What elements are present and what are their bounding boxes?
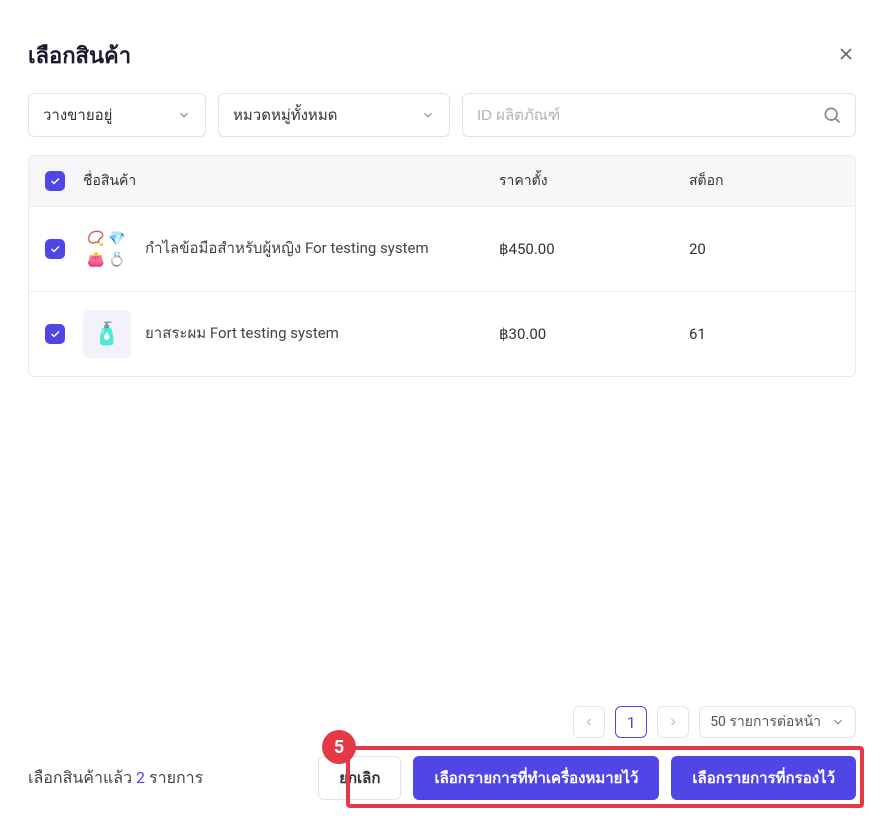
product-price: ฿450.00	[499, 240, 689, 258]
search-icon	[822, 105, 842, 125]
category-select[interactable]: หมวดหมู่ทั้งหมด	[218, 93, 450, 137]
status-select[interactable]: วางขายอยู่	[28, 93, 206, 137]
chevron-right-icon	[667, 716, 679, 728]
modal-header: เลือกสินค้า	[0, 0, 884, 93]
close-icon	[836, 44, 856, 64]
chevron-down-icon	[421, 108, 435, 122]
status-select-label: วางขายอยู่	[43, 103, 112, 127]
product-name: กำไลข้อมือสำหรับผู้หญิง For testing syst…	[145, 238, 429, 260]
product-thumbnail: 📿💎👛💍	[83, 225, 131, 273]
action-bar: เลือกสินค้าแล้ว 2 รายการ ยกเลิก เลือกราย…	[28, 756, 856, 800]
page-size-select[interactable]: 50 รายการต่อหน้า	[699, 706, 856, 738]
row-checkbox[interactable]	[45, 239, 65, 259]
prev-page-button[interactable]	[573, 706, 605, 738]
select-marked-button[interactable]: เลือกรายการที่ทำเครื่องหมายไว้	[413, 756, 659, 800]
cancel-button[interactable]: ยกเลิก	[318, 756, 401, 800]
col-header-price: ราคาตั้ง	[499, 170, 689, 192]
row-checkbox[interactable]	[45, 324, 65, 344]
select-all-checkbox[interactable]	[45, 171, 65, 191]
select-product-modal: เลือกสินค้า วางขายอยู่ หมวดหมู่ทั้งหมด ช…	[0, 0, 884, 828]
chevron-left-icon	[583, 716, 595, 728]
category-select-label: หมวดหมู่ทั้งหมด	[233, 103, 337, 127]
close-button[interactable]	[836, 44, 856, 68]
product-price: ฿30.00	[499, 325, 689, 343]
search-wrap	[462, 93, 856, 137]
product-table: ชื่อสินค้า ราคาตั้ง สต็อก 📿💎👛💍 กำไลข้อมื…	[28, 155, 856, 377]
product-stock: 61	[689, 325, 839, 343]
chevron-down-icon	[831, 715, 845, 729]
next-page-button[interactable]	[657, 706, 689, 738]
page-number-button[interactable]: 1	[615, 706, 647, 738]
col-header-name: ชื่อสินค้า	[83, 170, 499, 192]
chevron-down-icon	[177, 108, 191, 122]
selected-count: 2	[136, 768, 145, 787]
filter-bar: วางขายอยู่ หมวดหมู่ทั้งหมด	[0, 93, 884, 155]
page-size-label: 50 รายการต่อหน้า	[710, 711, 821, 733]
select-filtered-button[interactable]: เลือกรายการที่กรองไว้	[671, 756, 856, 800]
pagination: 1 50 รายการต่อหน้า	[28, 706, 856, 738]
search-input[interactable]	[462, 93, 856, 137]
table-row: 📿💎👛💍 กำไลข้อมือสำหรับผู้หญิง For testing…	[29, 206, 855, 291]
selection-summary: เลือกสินค้าแล้ว 2 รายการ	[28, 766, 203, 791]
table-header: ชื่อสินค้า ราคาตั้ง สต็อก	[29, 156, 855, 206]
table-row: 🧴 ยาสระผม Fort testing system ฿30.00 61	[29, 291, 855, 376]
product-thumbnail: 🧴	[83, 310, 131, 358]
modal-footer: 1 50 รายการต่อหน้า เลือกสินค้าแล้ว 2 ราย…	[0, 692, 884, 828]
modal-title: เลือกสินค้า	[28, 38, 131, 73]
product-stock: 20	[689, 240, 839, 258]
col-header-stock: สต็อก	[689, 170, 839, 192]
product-name: ยาสระผม Fort testing system	[145, 323, 339, 345]
